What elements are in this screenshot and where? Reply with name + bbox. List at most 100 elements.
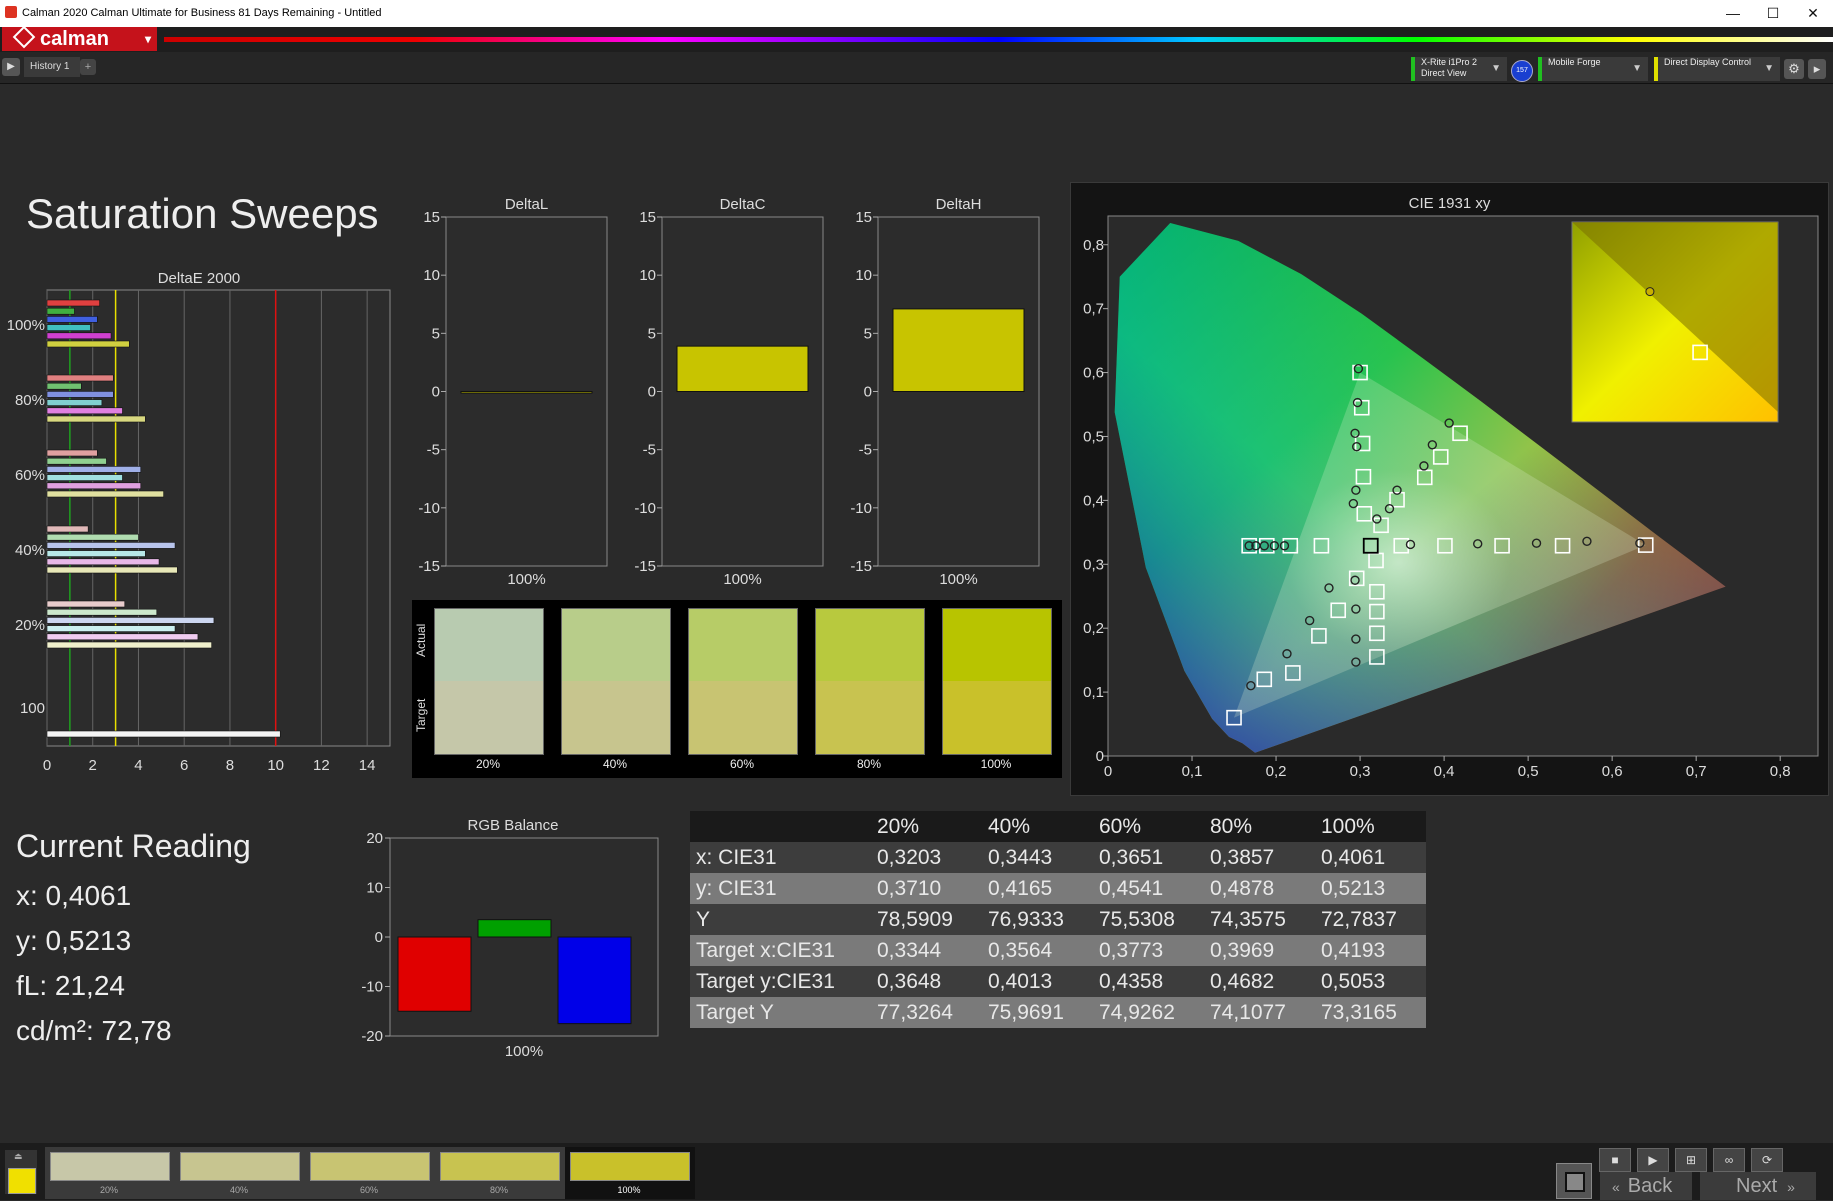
bottom-swatch-item[interactable]: 60% <box>305 1147 435 1199</box>
target-swatch <box>943 681 1051 754</box>
cie-xtick-label: 0,4 <box>1434 763 1455 780</box>
cie-ytick-label: 0,4 <box>1083 492 1104 509</box>
bottom-swatch-label: 100% <box>617 1185 641 1195</box>
current-color-panel: ⏏ <box>5 1150 37 1194</box>
deltae-bar <box>46 332 112 340</box>
meter-selector[interactable]: X-Rite i1Pro 2 Direct View ▼ <box>1411 57 1507 81</box>
actual-swatch <box>943 609 1051 681</box>
deltae-xtick-label: 4 <box>134 757 142 774</box>
rgb-ytick-label: -20 <box>361 1028 383 1045</box>
workflow-play-icon[interactable]: ▶ <box>2 58 20 76</box>
rgb-ytick-label: 0 <box>375 929 383 946</box>
target-swatch <box>689 681 797 754</box>
bottom-swatch-item[interactable]: 100% <box>565 1147 695 1199</box>
back-arrow-icon: « <box>1612 1179 1620 1195</box>
refresh-icon[interactable]: ⟳ <box>1751 1148 1783 1172</box>
rgb-bar <box>397 936 472 1012</box>
table-cell: 0,4358 <box>1093 966 1204 997</box>
table-header-cell: 80% <box>1204 811 1315 842</box>
table-cell: 0,3344 <box>871 935 982 966</box>
add-tab-button[interactable]: + <box>80 59 96 75</box>
display-name: Direct Display Control <box>1664 57 1752 67</box>
delta-chart-title: DeltaH <box>936 196 982 213</box>
settings-gear-icon[interactable]: ⚙ <box>1784 59 1804 79</box>
table-row-label: Target Y <box>690 997 871 1028</box>
deltae-group-label: 100% <box>7 317 45 334</box>
maximize-button[interactable]: ☐ <box>1753 2 1793 24</box>
current-reading-title: Current Reading <box>16 828 251 864</box>
rgb-bar <box>557 936 632 1025</box>
play-icon[interactable]: ▶ <box>1637 1148 1669 1172</box>
deltae-xtick-label: 10 <box>267 757 284 774</box>
cie-ytick-label: 0 <box>1096 748 1104 765</box>
table-row-label: y: CIE31 <box>690 873 871 904</box>
continuous-icon[interactable]: ∞ <box>1713 1148 1745 1172</box>
table-row-label: Target x:CIE31 <box>690 935 871 966</box>
bottom-swatch-item[interactable]: 20% <box>45 1147 175 1199</box>
current-color-swatch <box>8 1168 36 1194</box>
next-button[interactable]: Next » <box>1700 1172 1816 1200</box>
bottom-swatch-item[interactable]: 40% <box>175 1147 305 1199</box>
delta-ytick-label: 10 <box>639 267 656 284</box>
reading-x: x: 0,4061 <box>16 880 132 911</box>
actual-label: Actual <box>414 623 428 657</box>
table-cell: 0,4878 <box>1204 873 1315 904</box>
expand-panel-icon[interactable]: ▸ <box>1808 59 1826 79</box>
deltae-bar <box>46 625 176 632</box>
back-button[interactable]: « Back <box>1600 1172 1692 1200</box>
deltae-xtick-label: 0 <box>43 757 51 774</box>
source-selector[interactable]: Mobile Forge ▼ <box>1538 57 1648 81</box>
swatch-pair <box>942 608 1052 755</box>
minimize-button[interactable]: — <box>1713 2 1753 24</box>
cie-xtick-label: 0,8 <box>1770 763 1791 780</box>
table-row: y: CIE31 0,3710 0,4165 0,4541 0,4878 0,5213 <box>690 873 1426 904</box>
deltae-bar <box>46 525 89 533</box>
bottom-swatch <box>440 1152 560 1181</box>
actual-swatch <box>816 609 924 681</box>
delta-xlabel: 100% <box>939 571 977 588</box>
deltae-group-label: 40% <box>15 542 45 559</box>
chevron-down-icon: ▼ <box>1491 63 1501 74</box>
cie-chart: 0 0,1 0,2 0,3 0,4 0,5 0,6 0,7 0,8 0 0,1 0,2 0,3 0,4 0,… <box>1083 215 1819 780</box>
deltae-bar <box>46 482 142 490</box>
table-row: x: CIE31 0,3203 0,3443 0,3651 0,3857 0,4061 <box>690 842 1426 873</box>
table-cell: 0,4193 <box>1315 935 1426 966</box>
page-title: Saturation Sweeps <box>26 190 379 237</box>
table-cell: 0,4541 <box>1093 873 1204 904</box>
toolbar: ▶ History 1 + X-Rite i1Pro 2 Direct View… <box>0 52 1833 84</box>
read-series-icon[interactable]: ⊞ <box>1675 1148 1707 1172</box>
stop-measure-button[interactable] <box>1556 1163 1592 1199</box>
delta-ytick-label: 5 <box>432 325 440 342</box>
delta-xlabel: 100% <box>507 571 545 588</box>
table-cell: 72,7837 <box>1315 904 1426 935</box>
calman-menu-button[interactable]: calman ▾ <box>2 25 157 51</box>
swatch-pair <box>561 608 671 755</box>
swatch-label: 60% <box>729 757 755 771</box>
tab-history-1[interactable]: History 1 <box>24 57 80 77</box>
delta-ytick-label: -5 <box>427 442 440 459</box>
reading-y: y: 0,5213 <box>16 925 132 956</box>
close-button[interactable]: ✕ <box>1793 2 1833 24</box>
eject-icon[interactable]: ⏏ <box>14 1151 23 1162</box>
delta-lch-charts: DeltaL 15 10 5 0 -5 -10 -15 100% DeltaC 15 10 5 0 -5 -1… <box>418 196 1040 588</box>
cie-ytick-label: 0,7 <box>1083 301 1104 318</box>
deltae-bar <box>46 641 212 649</box>
stop-icon[interactable]: ■ <box>1599 1148 1631 1172</box>
deltae-bar <box>46 608 158 616</box>
rgb-ytick-label: 10 <box>366 880 383 897</box>
target-label: Target <box>414 698 428 732</box>
rgb-ytick-label: -10 <box>361 979 383 996</box>
delta-ytick-label: 0 <box>648 384 656 401</box>
calman-logo-icon <box>12 25 36 49</box>
deltae-bar <box>46 399 103 406</box>
table-cell: 73,3165 <box>1315 997 1426 1028</box>
chevron-down-icon: ▼ <box>1632 63 1642 74</box>
deltae-bar <box>46 466 142 473</box>
bottom-swatch-item[interactable]: 80% <box>435 1147 565 1199</box>
delta-xlabel: 100% <box>723 571 761 588</box>
table-cell: 0,4013 <box>982 966 1093 997</box>
display-selector[interactable]: Direct Display Control ▼ <box>1654 57 1780 81</box>
delta-ytick-label: -10 <box>850 500 872 517</box>
table-cell: 0,3710 <box>871 873 982 904</box>
swatch-pair <box>434 608 544 755</box>
